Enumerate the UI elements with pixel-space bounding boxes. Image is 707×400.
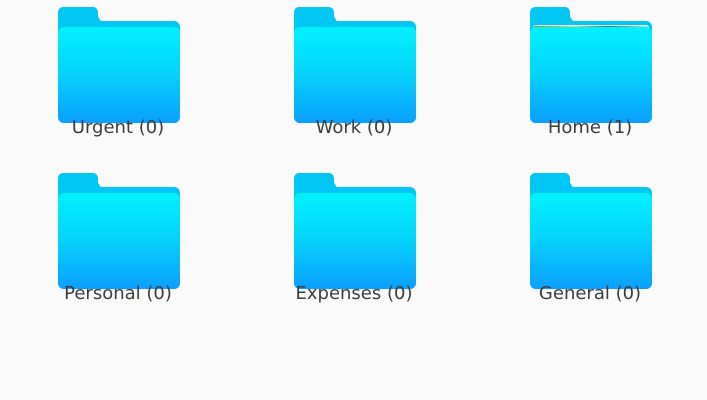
folder-home[interactable]: Home (1)	[490, 0, 690, 150]
folder-general[interactable]: General (0)	[490, 166, 690, 316]
folder-icon	[58, 173, 180, 289]
folder-label: Work (0)	[315, 117, 393, 138]
folder-label: Urgent (0)	[71, 117, 165, 138]
folder-label: Home (1)	[547, 117, 633, 138]
folder-expenses[interactable]: Expenses (0)	[254, 166, 454, 316]
folder-with-photos-icon	[530, 7, 652, 123]
folder-label: Personal (0)	[64, 283, 172, 304]
folder-personal[interactable]: Personal (0)	[18, 166, 218, 316]
folder-label: General (0)	[538, 283, 642, 304]
folder-icon	[58, 7, 180, 123]
folder-label: Expenses (0)	[295, 283, 413, 304]
folder-icon	[294, 173, 416, 289]
folder-icon	[294, 7, 416, 123]
folder-grid: Urgent (0) Work (0) Home (1) Personal (0…	[0, 0, 707, 400]
folder-urgent[interactable]: Urgent (0)	[18, 0, 218, 150]
folder-icon	[530, 173, 652, 289]
folder-work[interactable]: Work (0)	[254, 0, 454, 150]
